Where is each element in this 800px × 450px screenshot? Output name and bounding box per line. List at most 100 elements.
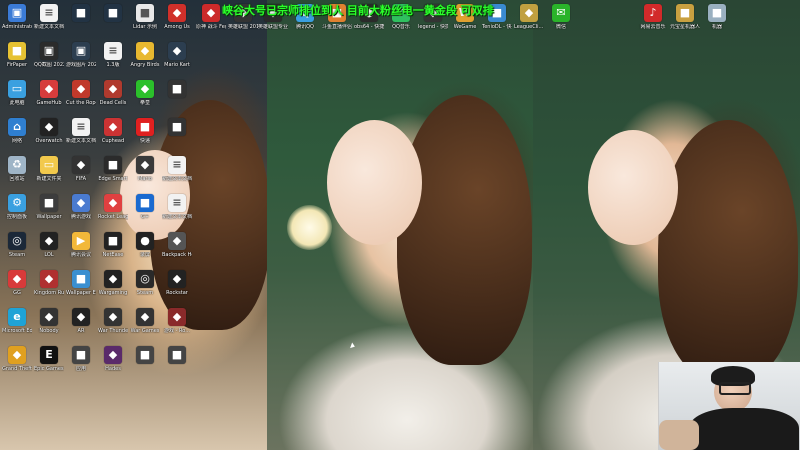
game-icon: ◆ xyxy=(104,308,122,326)
desktop-icon-label: Angry Birds xyxy=(130,62,160,68)
desktop-icon[interactable]: ■ xyxy=(162,118,192,138)
desktop-icon[interactable]: ▣ Administrator xyxy=(2,4,32,30)
desktop-icon-label: Rockstar xyxy=(166,290,188,296)
app-icon: ■ xyxy=(40,194,58,212)
desktop-icon[interactable]: ◆ LOL xyxy=(34,232,64,258)
desktop-icon[interactable]: ■ Wallpaper Engine xyxy=(66,270,96,296)
desktop-icon[interactable]: ◆ War Thunder xyxy=(98,308,128,334)
desktop-icon[interactable]: ■ 机器 xyxy=(702,4,732,30)
desktop-icon[interactable]: ◆ 游戏 - Ro... xyxy=(162,308,192,334)
desktop-icon[interactable]: ◆ AR xyxy=(66,308,96,334)
desktop-icon[interactable]: ■ 应用 xyxy=(66,346,96,372)
glasses-icon xyxy=(719,382,751,395)
desktop-icon[interactable]: ◆ Overwatch xyxy=(34,118,64,144)
desktop-icon[interactable]: ▣ QQ截图 20220413 xyxy=(34,42,64,68)
desktop-icon[interactable]: ◎ Steam xyxy=(130,270,160,296)
game-icon: ◆ xyxy=(40,270,58,288)
game-icon: ◆ xyxy=(168,4,186,22)
app-icon: ■ xyxy=(104,4,122,22)
desktop-icon-label: Cut the Rope xyxy=(66,100,96,106)
app-icon: ■ xyxy=(72,346,90,364)
desktop-icon[interactable]: ◆ Mario Kart xyxy=(162,42,192,68)
desktop-icon[interactable]: ◆ Cuphead xyxy=(98,118,128,144)
desktop-icon[interactable]: ⌂ 网络 xyxy=(2,118,32,144)
desktop-icon[interactable]: ♪ 网易云音乐 xyxy=(638,4,668,30)
desktop-icon[interactable]: ◆ Rocket League xyxy=(98,194,128,220)
desktop-icon-label: Steam xyxy=(136,290,154,296)
desktop-icon[interactable]: ■ Lidar 示例 xyxy=(130,4,160,30)
desktop-icon[interactable]: ■ xyxy=(98,4,128,24)
desktop-icon[interactable]: ◆ 拳皇 xyxy=(130,80,160,106)
desktop-icon[interactable]: ◎ Steam xyxy=(2,232,32,258)
desktop-icon[interactable]: ≡ 新建文本文档 xyxy=(66,118,96,144)
desktop-icon[interactable]: ■ NetEase xyxy=(98,232,128,258)
desktop-icon[interactable]: e Microsoft Edge xyxy=(2,308,32,334)
game-icon: ◆ xyxy=(72,308,90,326)
desktop-icon[interactable]: ≡ 1.3版 xyxy=(98,42,128,68)
app-icon: ■ xyxy=(136,194,154,212)
game-icon: ◆ xyxy=(168,270,186,288)
desktop-icon[interactable]: ◆ GG xyxy=(2,270,32,296)
desktop-icon[interactable]: ◆ Rockstar xyxy=(162,270,192,296)
desktop-icon[interactable]: ◆ Nobody xyxy=(34,308,64,334)
desktop-icon[interactable]: ● 录屏 xyxy=(130,232,160,258)
desktop-icon[interactable]: ⚙ 控制面板 xyxy=(2,194,32,220)
desktop-icon[interactable]: ◆ Angry Birds xyxy=(130,42,160,68)
desktop-icon[interactable]: ◆ War Games xyxy=(130,308,160,334)
desktop-icon[interactable]: ◆ 腾讯游戏 xyxy=(66,194,96,220)
desktop-icon[interactable]: ■ 元宝星机器人 xyxy=(670,4,700,30)
desktop-icon[interactable]: ■ Wallpaper xyxy=(34,194,64,220)
desktop-icon[interactable]: ■ xyxy=(162,80,192,100)
game-icon: ◆ xyxy=(136,42,154,60)
desktop-icon[interactable]: ◆ LeagueCli... 快捷方式 xyxy=(514,4,544,30)
record-icon: ● xyxy=(136,232,154,250)
desktop-icon[interactable]: ◆ Grand Theft Auto V xyxy=(2,346,32,372)
desktop-icon[interactable]: ◆ Backpack Hero Demo xyxy=(162,232,192,258)
desktop-icon[interactable]: ♻ 回收站 xyxy=(2,156,32,182)
desktop-icon[interactable]: E Epic Games Launcher xyxy=(34,346,64,372)
wallpaper-hair xyxy=(658,120,798,380)
desktop-icon-label: 腾讯会议 xyxy=(70,252,91,258)
document-icon: ≡ xyxy=(104,42,122,60)
desktop-icon[interactable]: ■ xyxy=(162,346,192,366)
desktop-icon[interactable]: ■ xyxy=(130,346,160,366)
desktop-icon[interactable]: ■ xyxy=(66,4,96,24)
desktop-icon[interactable]: ■ FirPaper xyxy=(2,42,32,68)
desktop-icon[interactable]: ≡ 新建文本文档 xyxy=(34,4,64,30)
desktop-icon-label: 新建文本文档 xyxy=(162,176,192,182)
desktop-icon[interactable]: ▭ 此电脑 xyxy=(2,80,32,106)
wallpaper-panel-center xyxy=(267,0,533,450)
computer-icon: ▭ xyxy=(8,80,26,98)
desktop-icon[interactable]: ▭ 新建文件夹 xyxy=(34,156,64,182)
desktop-icon-label: Cuphead xyxy=(101,138,125,144)
desktop-icon-label: Backpack Hero Demo xyxy=(162,252,192,258)
desktop-icon[interactable]: ◆ Wargaming xyxy=(98,270,128,296)
desktop-icon[interactable]: ◆ Kingdom Rush xyxy=(34,270,64,296)
desktop-icon[interactable]: ◆ Mario xyxy=(130,156,160,182)
desktop-icon[interactable]: ■ G+ xyxy=(130,194,160,220)
desktop-icon-label: 元宝星机器人 xyxy=(670,24,700,30)
epic-icon: E xyxy=(40,346,58,364)
desktop-icon[interactable]: ≡ 新建文本文档 xyxy=(162,194,192,220)
app-icon: ■ xyxy=(168,346,186,364)
desktop-icon[interactable]: ◆ Dead Cells xyxy=(98,80,128,106)
desktop-icon-label: War Thunder xyxy=(98,328,128,334)
app-icon: ■ xyxy=(136,4,154,22)
desktop-icon[interactable]: ◆ Cut the Rope xyxy=(66,80,96,106)
app-icon: ■ xyxy=(168,80,186,98)
desktop-icon[interactable]: ◆ GameHub xyxy=(34,80,64,106)
desktop-icon[interactable]: ◆ Hades xyxy=(98,346,128,372)
desktop-icon[interactable]: ◆ FIFA xyxy=(66,156,96,182)
desktop-icon-label: Among Us xyxy=(164,24,190,30)
desktop-icon[interactable]: ▣ 游戏图片 2022-02 xyxy=(66,42,96,68)
desktop-icon[interactable]: ✉ 微信 xyxy=(546,4,576,30)
desktop-icon[interactable]: ◆ Among Us xyxy=(162,4,192,30)
desktop-icon-label: 拳皇 xyxy=(139,100,150,106)
desktop-icon[interactable]: ■ 快递 xyxy=(130,118,160,144)
desktop-icon[interactable]: ■ Edge Smart xyxy=(98,156,128,182)
desktop-icon[interactable]: ▶ 腾讯会议 xyxy=(66,232,96,258)
game-icon: ◆ xyxy=(8,270,26,288)
desktop-icon[interactable]: ≡ 新建文本文档 xyxy=(162,156,192,182)
desktop-icon-label: 应用 xyxy=(75,366,86,372)
desktop-icon-label: WeGame xyxy=(453,24,477,30)
